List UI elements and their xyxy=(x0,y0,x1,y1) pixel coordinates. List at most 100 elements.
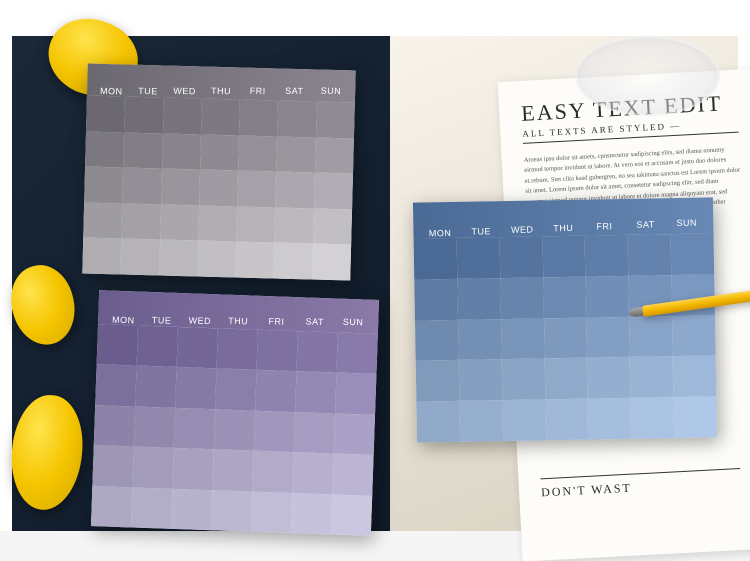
planner-cell xyxy=(200,134,239,171)
planner-cell xyxy=(313,208,352,245)
day-label: TUE xyxy=(130,86,167,97)
planner-cell xyxy=(277,101,316,138)
day-label: THU xyxy=(203,86,240,97)
planner-cell xyxy=(214,409,255,451)
planner-cell xyxy=(217,328,258,370)
planner-cell xyxy=(315,137,354,174)
planner-cell xyxy=(274,243,313,280)
planner-cell xyxy=(336,333,377,375)
planner-cell xyxy=(672,315,716,357)
planner-cell xyxy=(91,486,132,528)
planner-cell xyxy=(159,240,198,277)
planner-cell xyxy=(97,324,138,366)
planner-cell xyxy=(201,99,240,136)
planner-cell xyxy=(586,316,630,358)
day-label: SUN xyxy=(313,85,350,96)
planner-cell xyxy=(235,242,274,279)
planner-cell xyxy=(134,406,175,448)
newspaper-footer: DON'T WAST xyxy=(540,468,741,500)
day-label: SUN xyxy=(334,316,373,327)
planner-grid xyxy=(91,324,378,536)
planner-cell xyxy=(95,365,136,407)
planner-cell xyxy=(588,398,632,440)
planner-cell xyxy=(131,487,172,529)
day-label: WED xyxy=(181,315,220,326)
planner-cell xyxy=(544,317,588,359)
planner-cell xyxy=(171,488,212,530)
planner-cell xyxy=(416,360,460,402)
planner-cell xyxy=(135,366,176,408)
planner-grid xyxy=(82,96,355,281)
planner-cell xyxy=(500,277,544,319)
planner-cell xyxy=(163,98,202,135)
planner-cell xyxy=(673,356,717,398)
planner-cell xyxy=(238,135,277,172)
planner-cell xyxy=(314,173,353,210)
planner-cell xyxy=(587,357,631,399)
planner-cell xyxy=(92,445,133,487)
planner-cell xyxy=(276,136,315,173)
day-label: FRI xyxy=(584,221,625,232)
product-photo-scene: EASY TEXT EDIT ALL TEXTS ARE STYLED — Ar… xyxy=(0,0,750,531)
planner-cell xyxy=(332,454,373,496)
day-label: SAT xyxy=(295,316,334,327)
planner-cell xyxy=(291,493,332,535)
planner-cell xyxy=(251,491,292,533)
planner-cell xyxy=(172,448,213,490)
planner-cell xyxy=(237,171,276,208)
planner-cell xyxy=(543,276,587,318)
day-label: TUE xyxy=(460,226,501,237)
planner-cell xyxy=(162,133,201,170)
planner-cell xyxy=(335,373,376,415)
planner-cell xyxy=(255,370,296,412)
planner-cell xyxy=(414,279,458,321)
planner-grid xyxy=(414,233,718,442)
glass-prop xyxy=(575,36,720,116)
frame-left xyxy=(0,0,12,531)
planner-cell xyxy=(137,326,178,368)
planner-cell xyxy=(585,235,629,277)
planner-cell xyxy=(630,357,674,399)
planner-cell xyxy=(83,202,122,239)
weekly-planner-blue: MON TUE WED THU FRI SAT SUN xyxy=(413,197,717,442)
planner-cell xyxy=(257,330,298,372)
planner-cell xyxy=(198,205,237,242)
planner-cell xyxy=(212,449,253,491)
planner-cell xyxy=(334,413,375,455)
planner-cell xyxy=(236,206,275,243)
planner-cell xyxy=(84,167,123,204)
day-label: TUE xyxy=(142,315,181,326)
day-label: MON xyxy=(419,228,460,239)
day-label: SAT xyxy=(276,85,313,96)
planner-cell xyxy=(254,410,295,452)
planner-cell xyxy=(161,169,200,206)
planner-cell xyxy=(312,244,351,281)
planner-cell xyxy=(458,319,502,361)
day-label: FRI xyxy=(239,86,276,97)
planner-cell xyxy=(501,318,545,360)
planner-cell xyxy=(121,239,160,276)
planner-cell xyxy=(252,451,293,493)
planner-cell xyxy=(199,170,238,207)
planner-cell xyxy=(331,494,372,536)
planner-cell xyxy=(295,372,336,414)
planner-day-header: MON TUE WED THU FRI SAT SUN xyxy=(413,197,714,238)
planner-cell xyxy=(124,97,163,134)
planner-cell xyxy=(292,452,333,494)
planner-cell xyxy=(197,241,236,278)
planner-cell xyxy=(132,447,173,489)
planner-cell xyxy=(123,132,162,169)
planner-cell xyxy=(544,358,588,400)
planner-cell xyxy=(294,412,335,454)
planner-cell xyxy=(414,238,458,280)
day-label: SAT xyxy=(625,219,666,230)
planner-cell xyxy=(94,405,135,447)
planner-cell xyxy=(416,401,460,443)
day-label: WED xyxy=(166,86,203,97)
planner-cell xyxy=(629,316,673,358)
planner-cell xyxy=(457,278,501,320)
planner-cell xyxy=(545,399,589,441)
planner-cell xyxy=(177,327,218,369)
planner-cell xyxy=(86,96,125,133)
planner-cell xyxy=(586,276,630,318)
